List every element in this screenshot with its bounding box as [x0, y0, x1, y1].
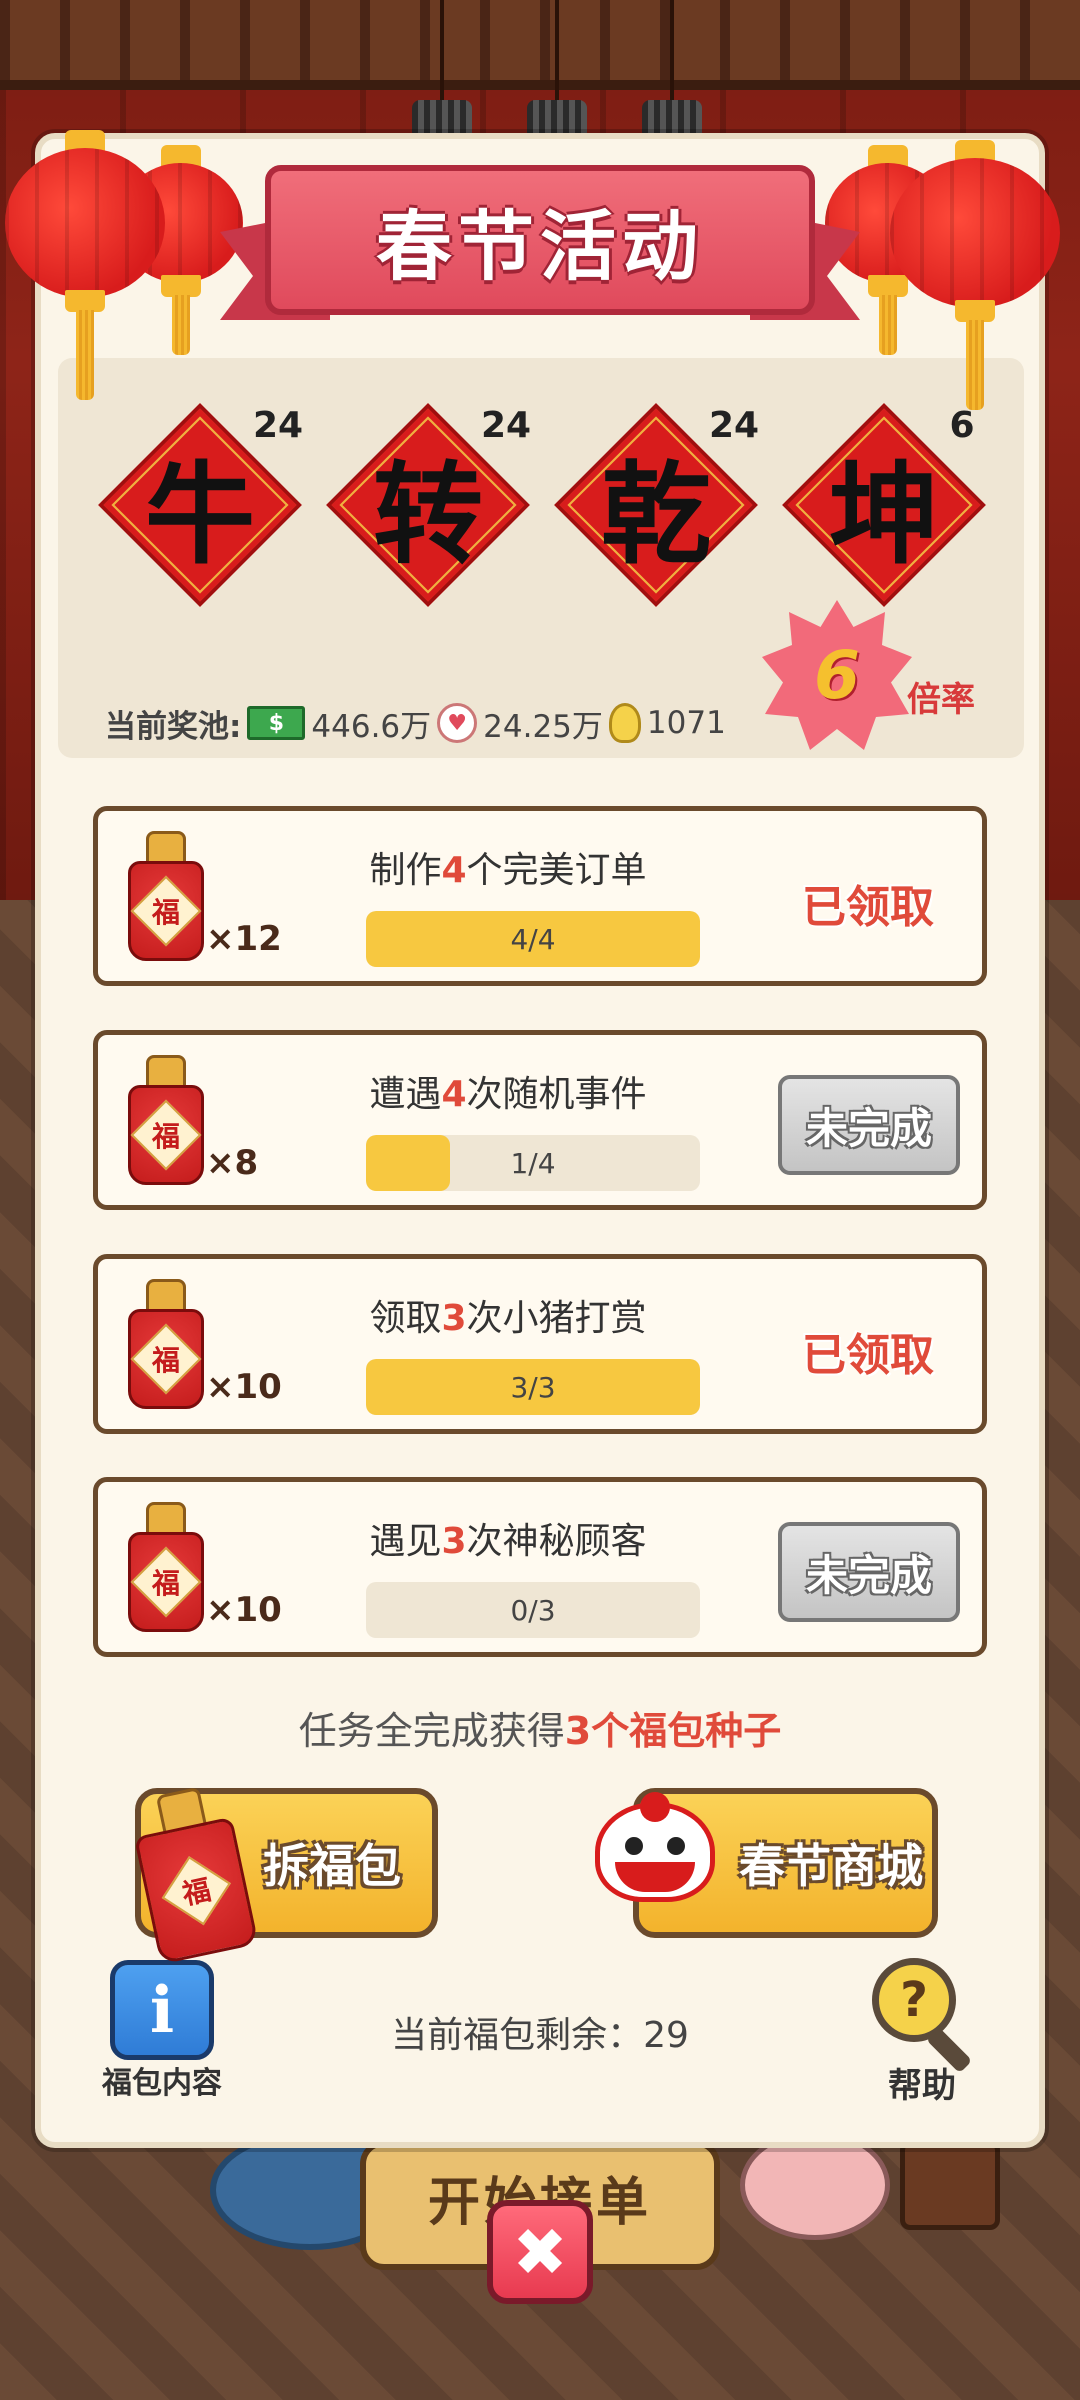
task-card: 福 ×10 领取3次小猪打赏 3/3 已领取: [93, 1254, 987, 1434]
multiplier-label: 倍率: [907, 680, 975, 720]
fu-bag-icon: 福: [128, 831, 204, 961]
bulb-value: 1071: [646, 705, 726, 741]
completion-reward-message: 任务全完成获得3个福包种子: [298, 1709, 782, 1753]
cash-icon: $: [247, 706, 306, 740]
lantern-icon: [890, 140, 1060, 430]
bulb-icon: [608, 703, 641, 743]
task-progress-bar: 0/3: [366, 1582, 700, 1638]
task-title: 遭遇4次随机事件: [369, 1074, 647, 1115]
task-progress-bar: 4/4: [366, 911, 700, 967]
task-incomplete-button[interactable]: 未完成: [778, 1522, 960, 1622]
task-title: 制作4个完美订单: [369, 850, 647, 891]
modal-title: 春节活动: [376, 202, 704, 291]
prize-pool: 当前奖池: $ 446.6万 ♥ 24.25万 1071: [105, 698, 726, 748]
character-count: 24: [708, 405, 760, 446]
task-title: 遇见3次神秘顾客: [369, 1521, 647, 1562]
task-progress-bar: 3/3: [366, 1359, 700, 1415]
character-count: 24: [252, 405, 304, 446]
open-fu-bag-label: 拆福包: [263, 1839, 401, 1893]
multiplier-value: 6: [814, 636, 860, 714]
task-incomplete-button[interactable]: 未完成: [778, 1075, 960, 1175]
prize-pool-label: 当前奖池:: [105, 708, 242, 745]
task-card: 福 ×8 遭遇4次随机事件 1/4 未完成: [93, 1030, 987, 1210]
task-card: 福 ×10 遇见3次神秘顾客 0/3 未完成: [93, 1477, 987, 1657]
heart-icon: ♥: [437, 703, 478, 743]
fu-bag-icon: 福: [128, 1055, 204, 1185]
background-lantern-cord: [555, 0, 559, 110]
fu-bag-contents-label[interactable]: 福包内容: [92, 2058, 232, 2102]
background-lantern-cord: [670, 0, 674, 110]
task-reward-qty: ×8: [206, 1143, 259, 1183]
task-status-claimed: 已领取: [802, 1330, 934, 1381]
spring-shop-label: 春节商城: [739, 1839, 923, 1893]
character-count: 24: [480, 405, 532, 446]
task-reward-qty: ×10: [206, 1590, 282, 1630]
task-card: 福 ×12 制作4个完美订单 4/4 已领取: [93, 806, 987, 986]
heart-value: 24.25万: [483, 708, 603, 745]
background-lattice: [0, 0, 1080, 90]
lantern-icon: [5, 130, 165, 410]
close-button[interactable]: ✖: [487, 2200, 593, 2304]
background-lantern-cord: [440, 0, 444, 110]
lion-dance-icon: [585, 1792, 725, 1922]
task-title: 领取3次小猪打赏: [369, 1298, 647, 1339]
title-ribbon: 春节活动: [220, 150, 860, 340]
help-label[interactable]: 帮助: [872, 2058, 972, 2107]
background-note-icon: [900, 2140, 1000, 2230]
fu-bag-icon: 福: [128, 1279, 204, 1409]
cash-value: 446.6万: [311, 708, 432, 745]
task-reward-qty: ×10: [206, 1367, 282, 1407]
task-status-claimed: 已领取: [802, 882, 934, 933]
task-reward-qty: ×12: [206, 919, 282, 959]
fu-bag-icon: 福: [128, 1502, 204, 1632]
task-progress-bar: 1/4: [366, 1135, 700, 1191]
help-icon[interactable]: ?: [872, 1958, 982, 2074]
